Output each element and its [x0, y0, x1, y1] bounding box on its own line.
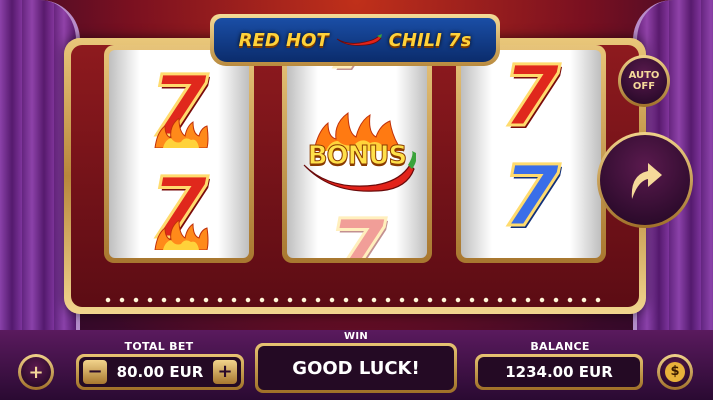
- logo-text-chili-7s: CHILI 7s: [388, 29, 472, 51]
- curved-arrow-icon: [631, 163, 662, 199]
- chili-pepper-icon: [335, 33, 383, 47]
- game-logo: RED HOT CHILI 7s: [210, 14, 500, 66]
- menu-plus-button[interactable]: +: [18, 354, 54, 390]
- spin-button[interactable]: [597, 132, 693, 228]
- logo-text-red-hot: RED HOT: [238, 29, 329, 51]
- flame-icon: [153, 118, 209, 148]
- balance-label: BALANCE: [530, 340, 590, 353]
- balance-value: 1234.00 EUR: [478, 357, 640, 387]
- seven-symbol-faded: 7: [326, 201, 387, 259]
- autoplay-label: AUTO: [628, 69, 660, 81]
- total-bet-value: 80.00 EUR: [116, 363, 204, 381]
- win-panel: GOOD LUCK!: [255, 343, 457, 393]
- autoplay-button[interactable]: AUTO OFF: [618, 55, 670, 107]
- flame-icon: [153, 220, 209, 250]
- plus-icon: +: [21, 357, 51, 387]
- win-label: WIN: [343, 331, 369, 342]
- currency-button[interactable]: $: [657, 354, 693, 390]
- bottom-light-bulbs: [101, 297, 609, 303]
- reel-3: 7 7: [456, 45, 606, 263]
- bonus-label: BONUS: [307, 141, 408, 172]
- win-message: GOOD LUCK!: [258, 346, 454, 390]
- seven-flames-symbol: 7: [148, 159, 209, 257]
- total-bet-label: TOTAL BET: [124, 340, 194, 353]
- balance-panel: 1234.00 EUR: [475, 354, 643, 390]
- slot-game-screen: RED HOT CHILI 7s 7 7 BONUS 7 7 7 AUTO OF…: [0, 0, 713, 400]
- reel-2: 7 BONUS 7: [282, 45, 432, 263]
- autoplay-state: OFF: [632, 81, 656, 92]
- seven-flames-symbol: 7: [148, 57, 209, 155]
- blue-seven-symbol: 7: [500, 147, 561, 245]
- increase-bet-button[interactable]: +: [213, 360, 237, 384]
- decrease-bet-button[interactable]: −: [83, 360, 107, 384]
- bonus-symbol: BONUS: [287, 106, 427, 206]
- reel-1: 7 7: [104, 45, 254, 263]
- total-bet-panel: − 80.00 EUR +: [76, 354, 244, 390]
- dollar-coin-icon: $: [665, 362, 685, 382]
